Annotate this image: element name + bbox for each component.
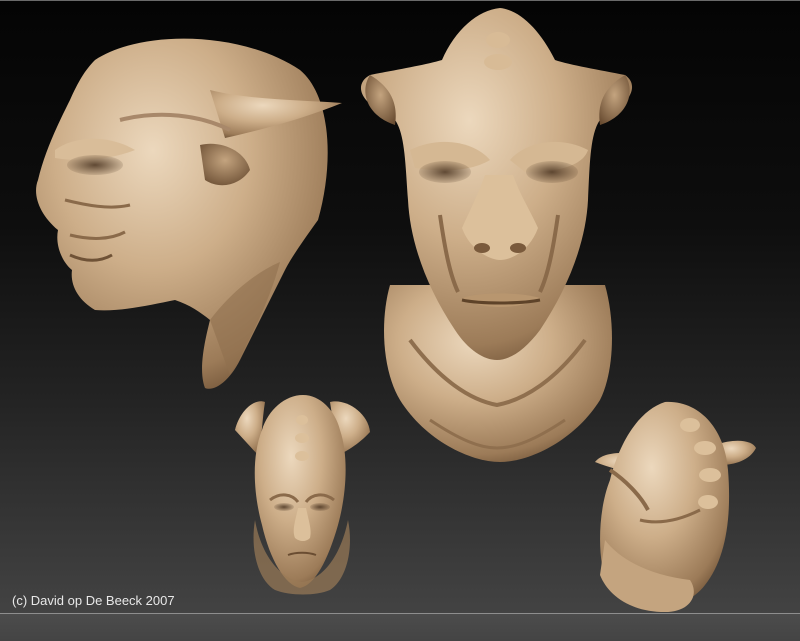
copyright-credit: (c) David op De Beeck 2007 [12,593,175,608]
goblin-head-profile-view [36,38,342,389]
goblin-head-front-view [360,8,633,462]
goblin-head-back-view [595,401,756,612]
goblin-head-small-front-view [235,395,370,595]
sculpt-scene [36,8,756,612]
render-viewport: (c) David op De Beeck 2007 [0,0,800,641]
bottom-band [0,614,800,641]
